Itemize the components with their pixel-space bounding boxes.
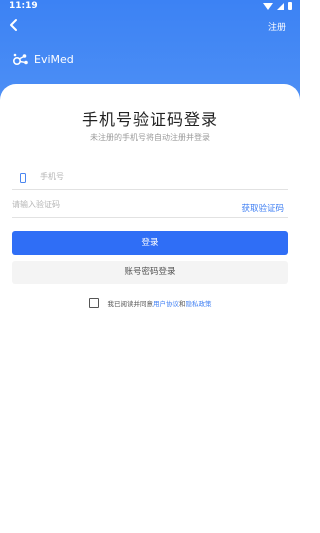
status-time: 11:19 bbox=[9, 1, 38, 11]
agreement-checkbox[interactable] bbox=[88, 298, 99, 308]
wifi-icon bbox=[263, 2, 273, 10]
password-login-button[interactable]: 账号密码登录 bbox=[12, 261, 288, 284]
agreement-prefix: 我已阅读并同意 bbox=[107, 300, 154, 308]
status-bar: 11:19 bbox=[0, 0, 300, 14]
status-icons bbox=[263, 2, 292, 10]
phone-input[interactable] bbox=[40, 172, 280, 181]
get-code-button[interactable]: 获取验证码 bbox=[241, 202, 284, 214]
code-field-row: 获取验证码 bbox=[12, 196, 288, 218]
brand-logo: EviMed bbox=[12, 52, 74, 66]
page-title: 手机号验证码登录 bbox=[81, 110, 218, 129]
phone-field-row bbox=[12, 168, 288, 190]
login-button[interactable]: 登录 bbox=[12, 231, 288, 255]
signal-icon bbox=[277, 2, 284, 10]
login-screen: 11:19 注册 EviMed 手机号验证码登录 未注册的手机号将自动注册并登录 bbox=[0, 0, 300, 533]
phone-icon bbox=[20, 173, 26, 183]
battery-icon bbox=[288, 2, 292, 10]
back-button[interactable] bbox=[6, 18, 22, 34]
chevron-left-icon bbox=[10, 19, 17, 31]
evimed-logo-icon bbox=[12, 53, 28, 66]
register-link[interactable]: 注册 bbox=[268, 20, 286, 33]
verification-code-input[interactable] bbox=[12, 200, 212, 209]
privacy-policy-link[interactable]: 隐私政策 bbox=[186, 300, 212, 308]
agreement-text: 我已阅读并同意用户协议和隐私政策 bbox=[108, 298, 212, 308]
user-agreement-link[interactable]: 用户协议 bbox=[153, 300, 179, 308]
login-card: 手机号验证码登录 未注册的手机号将自动注册并登录 获取验证码 登录 账号密码登录… bbox=[0, 84, 300, 533]
page-subtitle: 未注册的手机号将自动注册并登录 bbox=[90, 133, 210, 142]
brand-name: EviMed bbox=[34, 52, 74, 66]
agreement-row: 我已阅读并同意用户协议和隐私政策 bbox=[0, 296, 300, 310]
